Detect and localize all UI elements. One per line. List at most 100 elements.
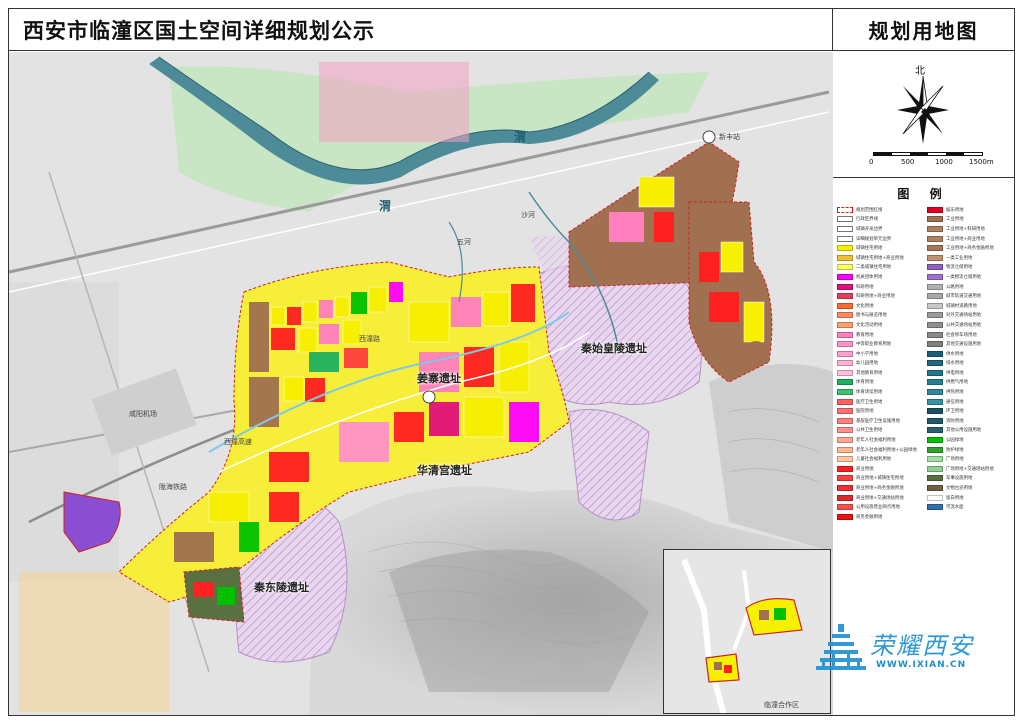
legend-item: 文化活动用地 bbox=[837, 320, 923, 330]
inset-label: 临潼合作区 bbox=[764, 701, 799, 709]
legend-label: 体育场馆用地 bbox=[856, 390, 883, 396]
legend-label: 工业用地 bbox=[946, 217, 964, 223]
legend-label: 其他交通设施用地 bbox=[946, 342, 982, 348]
watermark: 荣耀西安 WWW.IXIAN.CN bbox=[812, 620, 1012, 680]
legend-label: 其他公用设施用地 bbox=[946, 428, 982, 434]
legend-item: 老年人社会福利用地 bbox=[837, 435, 923, 445]
legend-swatch bbox=[837, 398, 853, 405]
legend-swatch bbox=[837, 446, 853, 453]
legend-swatch bbox=[837, 379, 853, 386]
legend-item: 科研用地 bbox=[837, 282, 923, 292]
legend-title: 图 例 bbox=[897, 187, 950, 201]
label-sha-river: 沙河 bbox=[521, 211, 535, 219]
legend-label: 医疗卫生用地 bbox=[856, 399, 883, 405]
legend-swatch bbox=[837, 321, 853, 328]
legend-swatch bbox=[837, 302, 853, 309]
legend-item: 行政区界线 bbox=[837, 215, 923, 225]
legend-swatch bbox=[927, 350, 943, 357]
legend-label: 河流水面 bbox=[946, 505, 964, 511]
legend-swatch bbox=[927, 312, 943, 319]
legend-label: 中等职业教育用地 bbox=[856, 342, 892, 348]
legend-label: 广场用地 bbox=[946, 457, 964, 463]
legend-swatch bbox=[837, 350, 853, 357]
legend-label: 物流仓储用地 bbox=[946, 265, 973, 271]
legend-item: 城镇住宅用地 bbox=[837, 243, 923, 253]
legend-swatch bbox=[837, 494, 853, 501]
right-panel: 北 0 500 1000 1500m 图 例 规划范围红线 行政区界线 城镇开发… bbox=[833, 52, 1014, 715]
legend-swatch bbox=[837, 475, 853, 482]
legend-swatch bbox=[927, 321, 943, 328]
planning-map[interactable]: 秦始皇陵遗址 姜寨遗址 华清宫遗址 秦东陵遗址 新丰站 咸阳机场 渭 渭 沙河 … bbox=[9, 52, 833, 715]
legend-swatch bbox=[927, 408, 943, 415]
legend-column-right: 娱乐用地 工业用地 工业用地+科研用地 工业用地+商业用地 工业用地+商务金融用地 一类工… bbox=[927, 205, 1013, 522]
legend-swatch bbox=[927, 379, 943, 386]
legend-swatch bbox=[837, 408, 853, 415]
legend-item: 一类物流仓储用地 bbox=[927, 272, 1013, 282]
legend-item: 对外交通场站用地 bbox=[927, 311, 1013, 321]
legend-label: 规划范围红线 bbox=[856, 207, 883, 213]
legend-label: 商业用地+商务金融用地 bbox=[856, 486, 904, 492]
legend-swatch bbox=[927, 264, 943, 271]
legend-swatch bbox=[837, 437, 853, 444]
legend-swatch bbox=[927, 504, 943, 511]
legend-label: 城镇住宅用地+商业用地 bbox=[856, 255, 904, 261]
legend-swatch bbox=[927, 456, 943, 463]
legend-item: 广场用地 bbox=[927, 454, 1013, 464]
legend-label: 行政区界线 bbox=[856, 217, 878, 223]
legend-label: 老年人社会福利用地+公园绿地 bbox=[856, 447, 917, 453]
legend-swatch bbox=[837, 465, 853, 472]
label-qinshihuang: 秦始皇陵遗址 bbox=[581, 342, 647, 355]
panel-title: 规划用地图 bbox=[868, 19, 979, 43]
legend-label: 城镇村道路用地 bbox=[946, 303, 977, 309]
legend-item: 排水用地 bbox=[927, 359, 1013, 369]
legend-item: 公园绿地 bbox=[927, 435, 1013, 445]
legend-swatch bbox=[927, 485, 943, 492]
legend-item: 商业用地+交通场站用地 bbox=[837, 493, 923, 503]
legend-swatch bbox=[837, 427, 853, 434]
legend-swatch bbox=[927, 465, 943, 472]
legend-item: 城市轨道交通用地 bbox=[927, 291, 1013, 301]
legend-item: 广场用地+交通场站用地 bbox=[927, 464, 1013, 474]
legend-label: 防护绿地 bbox=[946, 447, 964, 453]
legend-swatch bbox=[837, 331, 853, 338]
legend-label: 军事设施用地 bbox=[946, 476, 973, 482]
legend-item: 老年人社会福利用地+公园绿地 bbox=[837, 445, 923, 455]
inset-map[interactable]: 临潼合作区 bbox=[663, 549, 831, 714]
legend-swatch bbox=[837, 341, 853, 348]
legend-label: 商务金融用地 bbox=[856, 514, 883, 520]
legend-label: 商业用地 bbox=[856, 466, 874, 472]
legend-swatch bbox=[837, 312, 853, 319]
legend-label: 城镇住宅用地 bbox=[856, 246, 883, 252]
legend-item: 医疗卫生用地 bbox=[837, 397, 923, 407]
page-title: 西安市临潼区国土空间详细规划公示 bbox=[23, 18, 375, 43]
legend-item: 商业用地+城镇住宅用地 bbox=[837, 474, 923, 484]
legend-item: 物流仓储用地 bbox=[927, 263, 1013, 273]
legend-item: 文化用地 bbox=[837, 301, 923, 311]
legend-label: 排水用地 bbox=[946, 361, 964, 367]
label-wuhe: 五河 bbox=[457, 238, 471, 246]
label-river-wei: 渭 bbox=[379, 199, 392, 213]
legend-label: 留白用地 bbox=[946, 495, 964, 501]
compass-box: 北 0 500 1000 1500m bbox=[833, 52, 1014, 178]
legend-swatch bbox=[837, 504, 853, 511]
compass-icon bbox=[897, 75, 949, 144]
legend-item: 体育用地 bbox=[837, 378, 923, 388]
legend-label: 图书与展览用地 bbox=[856, 313, 887, 319]
legend-item: 防护绿地 bbox=[927, 445, 1013, 455]
legend-label: 消防用地 bbox=[946, 418, 964, 424]
legend-item: 公共卫生用地 bbox=[837, 426, 923, 436]
legend-swatch bbox=[837, 245, 853, 252]
watermark-text: 荣耀西安 bbox=[870, 632, 974, 660]
legend-swatch bbox=[837, 273, 853, 280]
legend-label: 环卫用地 bbox=[946, 409, 964, 415]
legend-swatch bbox=[927, 398, 943, 405]
legend-swatch bbox=[927, 494, 943, 501]
legend-item: 医院用地 bbox=[837, 406, 923, 416]
legend-item: 城镇村道路用地 bbox=[927, 301, 1013, 311]
legend-item: 工业用地+商务金融用地 bbox=[927, 243, 1013, 253]
title-bar: 西安市临潼区国土空间详细规划公示 bbox=[9, 9, 833, 51]
legend-swatch bbox=[927, 475, 943, 482]
label-airport: 咸阳机场 bbox=[129, 410, 157, 418]
panel-title-bar: 规划用地图 bbox=[833, 9, 1014, 51]
scale-0: 0 bbox=[869, 158, 874, 166]
